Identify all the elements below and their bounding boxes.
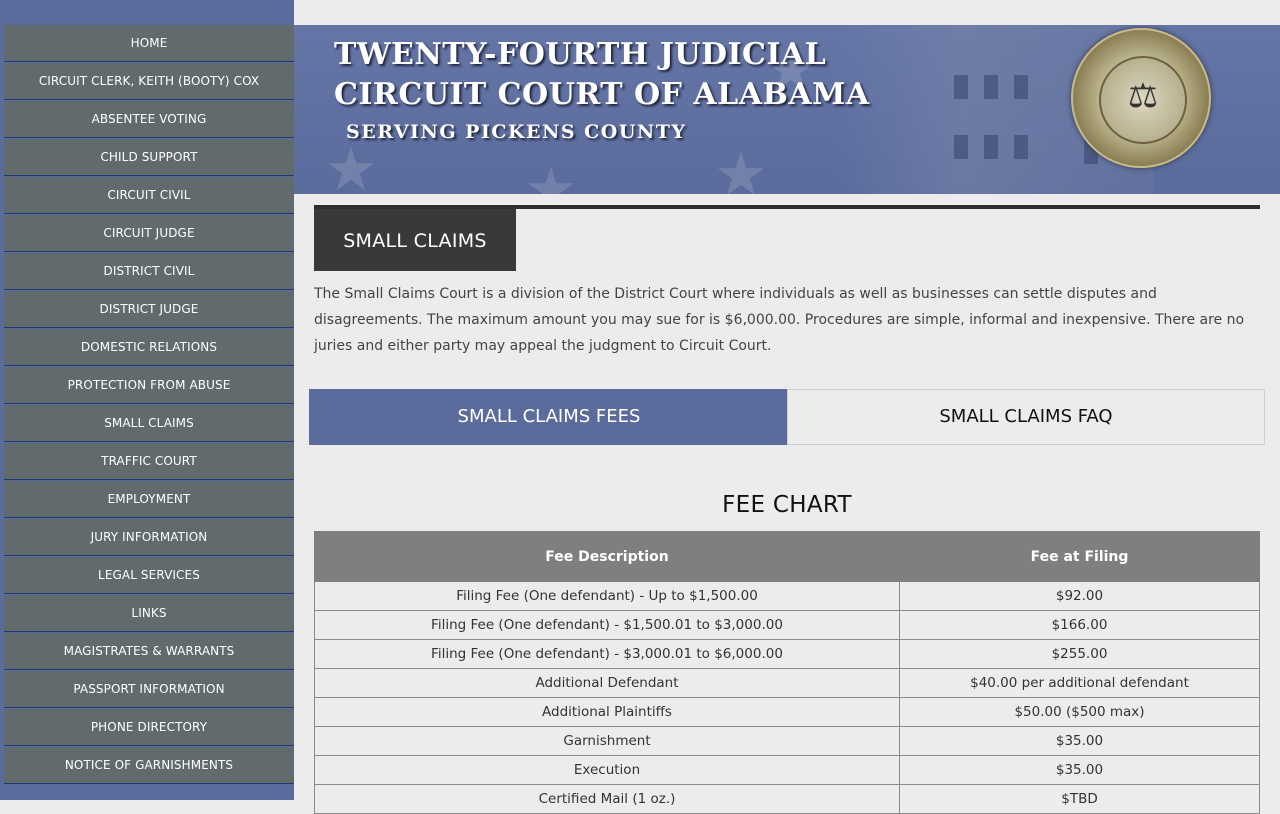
- table-row: Filing Fee (One defendant) - Up to $1,50…: [314, 581, 1260, 611]
- fee-table-body: Filing Fee (One defendant) - Up to $1,50…: [314, 581, 1260, 814]
- fee-amount-cell: $35.00: [899, 726, 1260, 756]
- main-content: SMALL CLAIMS The Small Claims Court is a…: [314, 205, 1260, 359]
- column-header-fee-description: Fee Description: [314, 531, 900, 582]
- sidebar-item[interactable]: DISTRICT JUDGE: [4, 291, 294, 328]
- sidebar-nav: HOME CIRCUIT CLERK, KEITH (BOOTY) COX ABSE…: [4, 25, 294, 785]
- column-header-fee-at-filing: Fee at Filing: [899, 531, 1260, 582]
- fee-amount-cell: $255.00: [899, 639, 1260, 669]
- sidebar-item[interactable]: DISTRICT CIVIL: [4, 253, 294, 290]
- sidebar-item[interactable]: PROTECTION FROM ABUSE: [4, 367, 294, 404]
- site-subtitle: SERVING PICKENS COUNTY: [346, 121, 687, 143]
- star-decoration: ★: [324, 135, 378, 194]
- sidebar-item[interactable]: LEGAL SERVICES: [4, 557, 294, 594]
- sidebar-item[interactable]: CIRCUIT CLERK, KEITH (BOOTY) COX: [4, 63, 294, 100]
- site-header: ★ ★ ★ ★ TWENTY-FOURTH JUDICIAL CIRCUIT C…: [294, 25, 1280, 194]
- table-row: Execution $35.00: [314, 755, 1260, 785]
- scales-of-justice-icon: ⚖: [1127, 76, 1159, 116]
- page-title: SMALL CLAIMS: [314, 209, 516, 271]
- star-decoration: ★: [714, 140, 768, 194]
- fee-amount-cell: $166.00: [899, 610, 1260, 640]
- fee-amount-cell: $92.00: [899, 581, 1260, 611]
- intro-paragraph: The Small Claims Court is a division of …: [314, 286, 1245, 354]
- sidebar-item[interactable]: HOME: [4, 25, 294, 62]
- sidebar-item[interactable]: NOTICE OF GARNISHMENTS: [4, 747, 294, 784]
- table-row: Additional Plaintiffs $50.00 ($500 max): [314, 697, 1260, 727]
- fee-description-cell: Additional Plaintiffs: [314, 697, 900, 727]
- sidebar-item[interactable]: DOMESTIC RELATIONS: [4, 329, 294, 366]
- sidebar: HOME CIRCUIT CLERK, KEITH (BOOTY) COX ABSE…: [0, 0, 294, 800]
- site-title-line2: CIRCUIT COURT OF ALABAMA: [334, 77, 870, 112]
- fee-description-cell: Additional Defendant: [314, 668, 900, 698]
- fee-amount-cell: $35.00: [899, 755, 1260, 785]
- sidebar-item[interactable]: TRAFFIC COURT: [4, 443, 294, 480]
- table-header-row: Fee Description Fee at Filing: [314, 531, 1260, 582]
- table-row: Filing Fee (One defendant) - $1,500.01 t…: [314, 610, 1260, 640]
- star-decoration: ★: [524, 155, 578, 194]
- table-row: Additional Defendant $40.00 per additiona…: [314, 668, 1260, 698]
- sidebar-item[interactable]: CIRCUIT JUDGE: [4, 215, 294, 252]
- table-row: Garnishment $35.00: [314, 726, 1260, 756]
- fee-amount-cell: $TBD: [899, 784, 1260, 814]
- fee-table: Fee Description Fee at Filing Filing Fee…: [314, 531, 1260, 814]
- sidebar-item[interactable]: PASSPORT INFORMATION: [4, 671, 294, 708]
- fee-description-cell: Execution: [314, 755, 900, 785]
- sidebar-item[interactable]: ABSENTEE VOTING: [4, 101, 294, 138]
- fee-description-cell: Certified Mail (1 oz.): [314, 784, 900, 814]
- fee-description-cell: Garnishment: [314, 726, 900, 756]
- sidebar-item[interactable]: CHILD SUPPORT: [4, 139, 294, 176]
- fee-chart-title: FEE CHART: [722, 492, 852, 518]
- sidebar-item[interactable]: PHONE DIRECTORY: [4, 709, 294, 746]
- tab-small-claims-faq[interactable]: SMALL CLAIMS FAQ: [787, 389, 1265, 445]
- fee-description-cell: Filing Fee (One defendant) - Up to $1,50…: [314, 581, 900, 611]
- sidebar-item[interactable]: EMPLOYMENT: [4, 481, 294, 518]
- fee-description-cell: Filing Fee (One defendant) - $3,000.01 t…: [314, 639, 900, 669]
- alabama-judicial-seal-icon: ⚖: [1071, 28, 1211, 168]
- sidebar-item[interactable]: SMALL CLAIMS: [4, 405, 294, 442]
- sidebar-item[interactable]: LINKS: [4, 595, 294, 632]
- tab-small-claims-fees[interactable]: SMALL CLAIMS FEES: [309, 389, 789, 445]
- site-title-line1: TWENTY-FOURTH JUDICIAL: [334, 37, 827, 72]
- fee-amount-cell: $50.00 ($500 max): [899, 697, 1260, 727]
- table-row: Filing Fee (One defendant) - $3,000.01 t…: [314, 639, 1260, 669]
- fee-amount-cell: $40.00 per additional defendant: [899, 668, 1260, 698]
- sidebar-item[interactable]: JURY INFORMATION: [4, 519, 294, 556]
- sidebar-item[interactable]: CIRCUIT CIVIL: [4, 177, 294, 214]
- fee-tabs: SMALL CLAIMS FEES SMALL CLAIMS FAQ: [309, 389, 1265, 445]
- sidebar-item[interactable]: MAGISTRATES & WARRANTS: [4, 633, 294, 670]
- fee-description-cell: Filing Fee (One defendant) - $1,500.01 t…: [314, 610, 900, 640]
- table-row: Certified Mail (1 oz.) $TBD: [314, 784, 1260, 814]
